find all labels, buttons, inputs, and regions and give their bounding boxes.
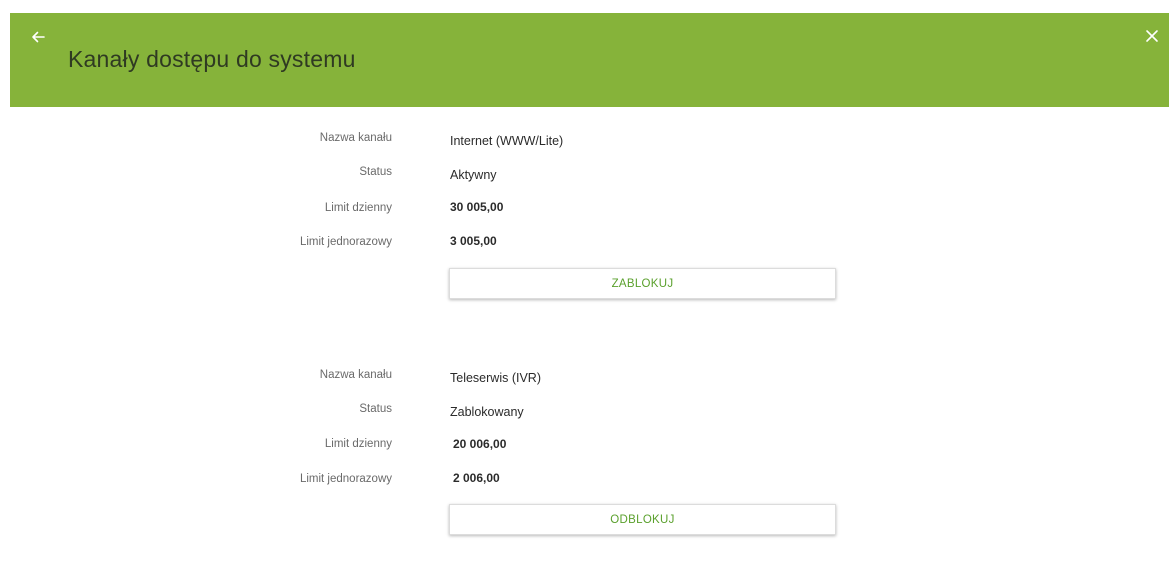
single-limit-row: Limit jednorazowy 2 006,00 <box>0 471 1169 491</box>
single-limit-label: Limit jednorazowy <box>299 473 392 485</box>
single-limit-value: 3 005,00 <box>450 234 497 248</box>
daily-limit-value: 30 005,00 <box>450 200 504 214</box>
page-title: Kanały dostępu do systemu <box>68 46 356 72</box>
block-button[interactable]: ZABLOKUJ <box>449 268 836 299</box>
channel-name-label: Nazwa kanału <box>319 369 392 381</box>
arrow-left-icon[interactable] <box>28 27 48 47</box>
daily-limit-row: Limit dzienny 30 005,00 <box>0 200 1169 220</box>
channel-name-label: Nazwa kanału <box>319 132 392 144</box>
daily-limit-label: Limit dzienny <box>324 438 392 450</box>
channel-status-label: Status <box>359 403 392 415</box>
daily-limit-value: 20 006,00 <box>453 437 507 451</box>
unblock-button[interactable]: ODBLOKUJ <box>449 504 836 535</box>
page: Kanały dostępu do systemu Nazwa kanału I… <box>0 0 1169 574</box>
daily-limit-label: Limit dzienny <box>324 202 392 214</box>
single-limit-row: Limit jednorazowy 3 005,00 <box>0 234 1169 254</box>
channel-name-value: Teleserwis (IVR) <box>450 371 541 385</box>
single-limit-label: Limit jednorazowy <box>299 236 392 248</box>
page-header: Kanały dostępu do systemu <box>10 13 1169 107</box>
single-limit-value: 2 006,00 <box>453 471 500 485</box>
channel-status-row: Status Aktywny <box>0 166 1169 186</box>
daily-limit-row: Limit dzienny 20 006,00 <box>0 437 1169 457</box>
channel-name-row: Nazwa kanału Teleserwis (IVR) <box>0 369 1169 389</box>
channel-status-label: Status <box>359 166 392 178</box>
channel-name-row: Nazwa kanału Internet (WWW/Lite) <box>0 132 1169 152</box>
channel-name-value: Internet (WWW/Lite) <box>450 134 564 148</box>
close-icon[interactable] <box>1143 27 1161 45</box>
channel-status-value: Zablokowany <box>450 405 524 419</box>
channel-status-value: Aktywny <box>450 168 497 182</box>
channel-status-row: Status Zablokowany <box>0 403 1169 423</box>
